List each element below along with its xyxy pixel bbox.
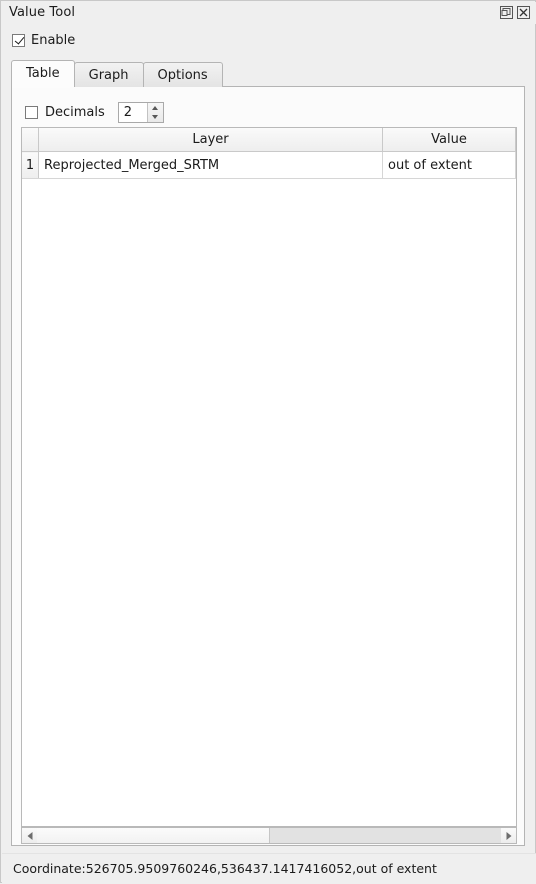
close-icon[interactable] bbox=[517, 6, 530, 19]
tab-table[interactable]: Table bbox=[11, 60, 75, 87]
tab-bar: Table Graph Options bbox=[11, 60, 223, 87]
decimals-value: 2 bbox=[123, 105, 133, 120]
decimals-checkbox[interactable] bbox=[25, 106, 38, 119]
coordinate-status-text: Coordinate:526705.9509760246,536437.1417… bbox=[13, 861, 437, 876]
cell-value: out of extent bbox=[382, 151, 516, 179]
enable-checkbox-row[interactable]: Enable bbox=[12, 33, 75, 48]
scrollbar-thumb[interactable] bbox=[37, 828, 270, 843]
title-bar: Value Tool bbox=[2, 2, 536, 24]
value-table[interactable]: Layer Value 1 Reprojected_Merged_SRTM ou… bbox=[21, 127, 517, 827]
cell-layer: Reprojected_Merged_SRTM bbox=[38, 151, 383, 179]
title-bar-buttons bbox=[500, 6, 530, 19]
column-header-layer[interactable]: Layer bbox=[38, 128, 383, 152]
column-header-value[interactable]: Value bbox=[382, 128, 516, 152]
page-title: Value Tool bbox=[9, 5, 76, 20]
scroll-left-arrow-icon[interactable] bbox=[22, 828, 37, 843]
enable-label: Enable bbox=[31, 33, 76, 48]
table-horizontal-scrollbar[interactable] bbox=[21, 827, 517, 844]
status-bar: Coordinate:526705.9509760246,536437.1417… bbox=[2, 853, 536, 884]
scrollbar-track[interactable] bbox=[37, 828, 501, 843]
table-corner-header bbox=[22, 128, 39, 152]
value-tool-panel: Value Tool Enable Table Graph Options De… bbox=[0, 0, 536, 884]
float-icon[interactable] bbox=[500, 6, 513, 19]
spinbox-buttons bbox=[146, 103, 163, 123]
spin-up-icon[interactable] bbox=[148, 103, 163, 113]
tab-options[interactable]: Options bbox=[142, 62, 223, 87]
tab-content-table: Decimals 2 Layer Value 1 Reprojected_Mer… bbox=[11, 86, 525, 846]
spin-down-icon[interactable] bbox=[148, 113, 163, 123]
decimals-spinbox[interactable]: 2 bbox=[117, 102, 164, 123]
decimals-label: Decimals bbox=[45, 105, 105, 120]
scroll-right-arrow-icon[interactable] bbox=[501, 828, 516, 843]
table-row[interactable]: 1 Reprojected_Merged_SRTM out of extent bbox=[22, 151, 516, 179]
tab-seam-mask bbox=[12, 86, 70, 88]
decimals-row: Decimals 2 bbox=[25, 102, 164, 123]
table-header-row: Layer Value bbox=[22, 128, 516, 152]
enable-checkbox[interactable] bbox=[12, 34, 25, 47]
tab-graph[interactable]: Graph bbox=[73, 62, 144, 87]
row-number: 1 bbox=[22, 151, 39, 179]
